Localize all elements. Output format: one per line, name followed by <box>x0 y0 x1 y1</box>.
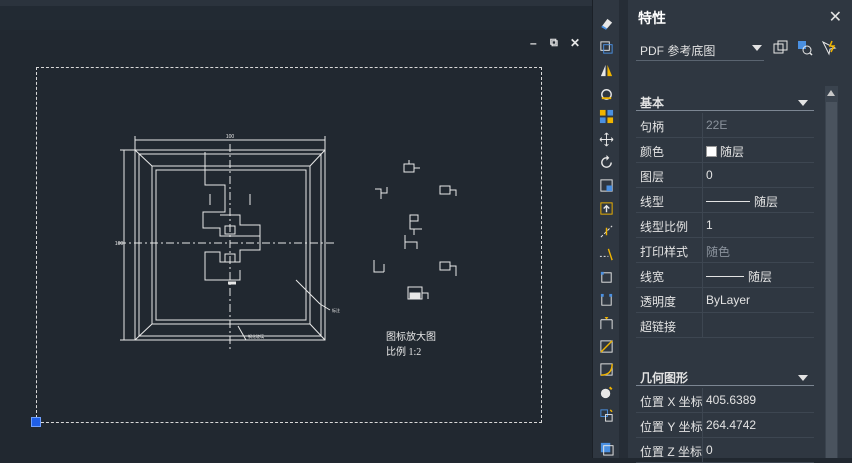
close-icon[interactable]: ✕ <box>570 36 580 50</box>
chamfer-icon[interactable] <box>598 338 615 355</box>
properties-panel: 特性 ✕ PDF 参考底图 基本 句柄 22E 颜色 随层 图层 0 线型 随层… <box>628 0 852 463</box>
property-value: 0 <box>706 443 713 457</box>
property-value: 264.4742 <box>706 418 757 432</box>
leader-label: 标注 <box>332 307 340 313</box>
object-type-value: PDF 参考底图 <box>640 44 716 58</box>
linetype-sample <box>706 201 750 202</box>
color-swatch <box>706 146 717 157</box>
property-row-layer[interactable]: 图层 0 <box>636 163 814 188</box>
property-key: 图层 <box>640 170 665 184</box>
lineweight-sample <box>706 276 744 277</box>
rotate-icon[interactable] <box>598 154 615 171</box>
property-value: 随层 <box>748 270 773 284</box>
eraser-icon[interactable] <box>598 15 615 32</box>
scroll-up-icon[interactable] <box>827 90 835 96</box>
scrollbar-thumb[interactable] <box>826 102 837 458</box>
property-key: 透明度 <box>640 295 677 309</box>
panel-close-icon[interactable]: ✕ <box>829 7 842 27</box>
property-value: 随层 <box>754 195 779 209</box>
property-row-position-z[interactable]: 位置 Z 坐标 0 <box>636 438 814 463</box>
property-key: 位置 Y 坐标 <box>640 420 702 434</box>
property-row-plot-style: 打印样式 随色 <box>636 238 814 263</box>
property-key: 位置 X 坐标 <box>640 395 702 409</box>
property-key: 颜色 <box>640 145 665 159</box>
selection-grip[interactable] <box>31 417 41 427</box>
stretch-icon[interactable] <box>598 200 615 217</box>
property-value: 1 <box>706 218 713 232</box>
property-row-position-y[interactable]: 位置 Y 坐标 264.4742 <box>636 413 814 438</box>
trim-icon[interactable] <box>598 223 615 240</box>
section-general-label: 基本 <box>640 96 665 110</box>
scale-icon[interactable] <box>598 177 615 194</box>
blend-icon[interactable] <box>598 407 615 424</box>
overkill-icon[interactable] <box>598 440 615 457</box>
array-icon[interactable] <box>598 108 615 125</box>
drawing-note-scale: 比例 1:2 <box>386 347 422 358</box>
canvas-header <box>0 6 592 30</box>
property-row-lineweight[interactable]: 线宽 随层 <box>636 263 814 288</box>
property-value: 0 <box>706 168 713 182</box>
minimize-icon[interactable]: – <box>530 36 537 50</box>
drawing-note-title: 图标放大图 <box>386 332 436 343</box>
section-general-header[interactable]: 基本 <box>636 92 814 111</box>
section-geometry-label: 几何图形 <box>640 371 689 385</box>
property-key: 线宽 <box>640 270 665 284</box>
property-row-color[interactable]: 颜色 随层 <box>636 138 814 163</box>
property-value: 随层 <box>720 145 745 159</box>
modify-toolbar <box>592 0 621 458</box>
property-value: 随色 <box>706 245 731 259</box>
property-key: 线型比例 <box>640 220 689 234</box>
select-objects-icon[interactable] <box>795 38 815 58</box>
property-value: ByLayer <box>706 293 751 307</box>
copy-icon[interactable] <box>598 39 615 56</box>
bottom-leader-label: 钢化玻璃 <box>248 333 264 339</box>
property-row-position-x[interactable]: 位置 X 坐标 405.6389 <box>636 388 814 413</box>
property-key: 超链接 <box>640 320 677 334</box>
extend-icon[interactable] <box>598 246 615 263</box>
property-key: 位置 Z 坐标 <box>640 445 702 459</box>
property-row-hyperlink[interactable]: 超链接 <box>636 313 814 338</box>
chevron-down-icon <box>798 100 808 106</box>
panel-title: 特性 <box>638 10 666 26</box>
section-geometry-header[interactable]: 几何图形 <box>636 367 814 386</box>
fillet-icon[interactable] <box>598 361 615 378</box>
property-key: 句柄 <box>640 120 665 134</box>
top-dimension-text: 100 <box>226 134 235 140</box>
restore-icon[interactable]: ⧉ <box>550 36 558 50</box>
panel-divider[interactable] <box>619 0 628 458</box>
chevron-down-icon <box>798 375 808 381</box>
mirror-icon[interactable] <box>598 62 615 79</box>
property-key: 线型 <box>640 195 665 209</box>
break-at-point-icon[interactable] <box>598 269 615 286</box>
property-key: 打印样式 <box>640 245 689 259</box>
panel-scrollbar[interactable] <box>825 86 838 458</box>
join-icon[interactable] <box>598 315 615 332</box>
property-value: 22E <box>706 118 728 132</box>
property-row-linetype[interactable]: 线型 随层 <box>636 188 814 213</box>
property-value: 405.6389 <box>706 393 757 407</box>
property-row-transparency[interactable]: 透明度 ByLayer <box>636 288 814 313</box>
break-icon[interactable] <box>598 292 615 309</box>
move-icon[interactable] <box>598 131 615 148</box>
explode-icon[interactable] <box>598 384 615 401</box>
toggle-pickadd-icon[interactable] <box>771 38 791 58</box>
property-row-handle: 句柄 22E <box>636 113 814 138</box>
offset-icon[interactable] <box>598 85 615 102</box>
side-dimension-text: 100 <box>115 241 124 247</box>
chevron-down-icon <box>752 45 762 51</box>
quick-select-icon[interactable] <box>819 38 839 58</box>
object-type-dropdown[interactable]: PDF 参考底图 <box>636 38 764 61</box>
property-row-linetype-scale[interactable]: 线型比例 1 <box>636 213 814 238</box>
